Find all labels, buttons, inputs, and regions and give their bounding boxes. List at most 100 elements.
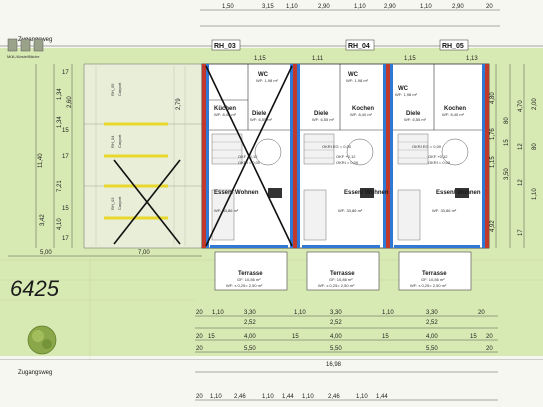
svg-text:1,10: 1,10 bbox=[356, 394, 368, 400]
svg-text:5,50: 5,50 bbox=[244, 346, 256, 352]
living-area: WF: 33,86 m² bbox=[214, 208, 239, 213]
hall-area: WF: 6,55 m² bbox=[312, 117, 335, 122]
svg-text:1,10: 1,10 bbox=[262, 394, 274, 400]
svg-text:15: 15 bbox=[504, 139, 510, 146]
living-label: Essen/ Wohnen bbox=[436, 190, 481, 196]
waste-area-label: Müll-/Abstellfläche bbox=[7, 54, 40, 59]
terrace-gf-rh03: GF: 10,86 m² bbox=[237, 277, 261, 282]
svg-text:20: 20 bbox=[486, 4, 493, 10]
svg-text:5,50: 5,50 bbox=[330, 346, 342, 352]
svg-text:1,10: 1,10 bbox=[294, 310, 306, 316]
floor-plan: Zugangsweg Zugangsweg Müll-/Abstellfläch… bbox=[0, 0, 543, 407]
svg-text:1,50: 1,50 bbox=[222, 4, 234, 10]
svg-text:1,10: 1,10 bbox=[354, 4, 366, 10]
okf-c: OKRI = 0,00 bbox=[336, 160, 359, 165]
svg-text:20: 20 bbox=[478, 310, 485, 316]
svg-text:2,46: 2,46 bbox=[234, 394, 246, 400]
svg-text:1,44: 1,44 bbox=[282, 394, 294, 400]
okf-a: OKRI EG = 0,00 bbox=[322, 144, 352, 149]
svg-text:20: 20 bbox=[196, 346, 203, 352]
terrace-gf-rh05: GF: 10,86 m² bbox=[421, 277, 445, 282]
tree-icon bbox=[27, 325, 57, 355]
svg-text:20: 20 bbox=[196, 334, 203, 340]
svg-text:2,00: 2,00 bbox=[532, 98, 538, 110]
svg-text:2,52: 2,52 bbox=[330, 320, 342, 326]
svg-text:4,00: 4,00 bbox=[330, 334, 342, 340]
svg-text:3,50: 3,50 bbox=[504, 168, 510, 180]
dim-left-width: 5,00 bbox=[40, 250, 52, 256]
svg-text:4,10: 4,10 bbox=[57, 218, 63, 230]
carport-label-3: Carport bbox=[117, 196, 122, 210]
svg-text:2,52: 2,52 bbox=[244, 320, 256, 326]
svg-text:20: 20 bbox=[196, 310, 203, 316]
living-area: WF: 33,86 m² bbox=[432, 208, 457, 213]
okf-c: OKRI = 0,00 bbox=[428, 160, 451, 165]
terraces: Terrasse GF: 10,86 m² WF: x 0,25= 2,50 m… bbox=[214, 251, 472, 291]
svg-text:15: 15 bbox=[292, 334, 299, 340]
svg-text:2,90: 2,90 bbox=[452, 4, 464, 10]
svg-text:80: 80 bbox=[504, 117, 510, 124]
hall-area: WF: 6,55 m² bbox=[404, 117, 427, 122]
okf-b: OKF +0,12 bbox=[428, 154, 448, 159]
hall-area: WF: 6,55 m² bbox=[250, 117, 273, 122]
svg-text:15: 15 bbox=[208, 334, 215, 340]
dim-total-length: 16,98 bbox=[326, 362, 342, 368]
carport-label-2: Carport bbox=[117, 134, 122, 148]
unit-tag-rh04: RH_04 bbox=[348, 43, 370, 50]
svg-text:17: 17 bbox=[62, 236, 69, 242]
svg-text:15: 15 bbox=[382, 334, 389, 340]
svg-text:4,00: 4,00 bbox=[426, 334, 438, 340]
svg-text:1,10: 1,10 bbox=[212, 310, 224, 316]
svg-text:12: 12 bbox=[518, 179, 524, 186]
svg-text:1,10: 1,10 bbox=[382, 310, 394, 316]
svg-text:1,15: 1,15 bbox=[490, 156, 496, 168]
svg-text:2,90: 2,90 bbox=[318, 4, 330, 10]
svg-text:4,92: 4,92 bbox=[490, 220, 496, 232]
unit-tag-rh05: RH_05 bbox=[442, 43, 464, 50]
terrace-wf-rh03: WF: x 0,25= 2,50 m² bbox=[226, 283, 263, 288]
okf-b: OKRI = 0,00 bbox=[238, 160, 261, 165]
svg-text:4,70: 4,70 bbox=[518, 100, 524, 112]
wc-area: WF: 1,98 m² bbox=[346, 78, 369, 83]
unit-tag-rh03: RH_03 bbox=[214, 43, 236, 50]
svg-text:1,15: 1,15 bbox=[254, 56, 266, 62]
wc-area: WF: 1,98 m² bbox=[256, 78, 279, 83]
dim-carport-height: 2,79 bbox=[176, 98, 182, 110]
svg-text:3,30: 3,30 bbox=[330, 310, 342, 316]
okf-b: OKF +0,12 bbox=[336, 154, 356, 159]
terrace-gf-rh04: GF: 10,86 m² bbox=[329, 277, 353, 282]
carport-zone bbox=[83, 63, 203, 249]
svg-text:5,50: 5,50 bbox=[426, 346, 438, 352]
svg-text:1,10: 1,10 bbox=[532, 188, 538, 200]
parcel-number: 6425 bbox=[10, 276, 60, 301]
okf-a: OKF +0,12 bbox=[238, 154, 258, 159]
svg-text:15: 15 bbox=[62, 206, 69, 212]
svg-text:1,10: 1,10 bbox=[420, 4, 432, 10]
svg-text:3,42: 3,42 bbox=[40, 214, 46, 226]
svg-text:3,30: 3,30 bbox=[244, 310, 256, 316]
svg-text:1,34: 1,34 bbox=[57, 88, 63, 100]
terrace-wf-rh05: WF: x 0,25= 2,50 m² bbox=[410, 283, 447, 288]
svg-text:15: 15 bbox=[62, 128, 69, 134]
wc-area: WF: 1,98 m² bbox=[395, 92, 418, 97]
carport-unit-1: RH_05 bbox=[110, 83, 115, 96]
svg-text:2,60: 2,60 bbox=[67, 96, 73, 108]
living-area: WF: 33,86 m² bbox=[338, 208, 363, 213]
svg-text:1,10: 1,10 bbox=[286, 4, 298, 10]
svg-text:1,15: 1,15 bbox=[404, 56, 416, 62]
svg-text:1,13: 1,13 bbox=[466, 56, 478, 62]
svg-text:2,52: 2,52 bbox=[426, 320, 438, 326]
path-label-bottom: Zugangsweg bbox=[18, 370, 52, 376]
svg-text:1,76: 1,76 bbox=[490, 128, 496, 140]
terrace-wf-rh04: WF: x 0,25= 2,50 m² bbox=[318, 283, 355, 288]
svg-text:4,80: 4,80 bbox=[490, 92, 496, 104]
svg-text:20: 20 bbox=[486, 334, 493, 340]
kitchen-area: WF: 8,40 m² bbox=[350, 112, 373, 117]
carport-unit-2: RH_04 bbox=[110, 135, 115, 148]
svg-text:1,10: 1,10 bbox=[210, 394, 222, 400]
svg-text:11,40: 11,40 bbox=[38, 153, 44, 168]
kitchen-area: WF: 8,40 m² bbox=[214, 112, 237, 117]
okf-a: OKRI EG = 0,00 bbox=[412, 144, 442, 149]
svg-text:15: 15 bbox=[470, 334, 477, 340]
svg-text:1,11: 1,11 bbox=[312, 56, 324, 62]
